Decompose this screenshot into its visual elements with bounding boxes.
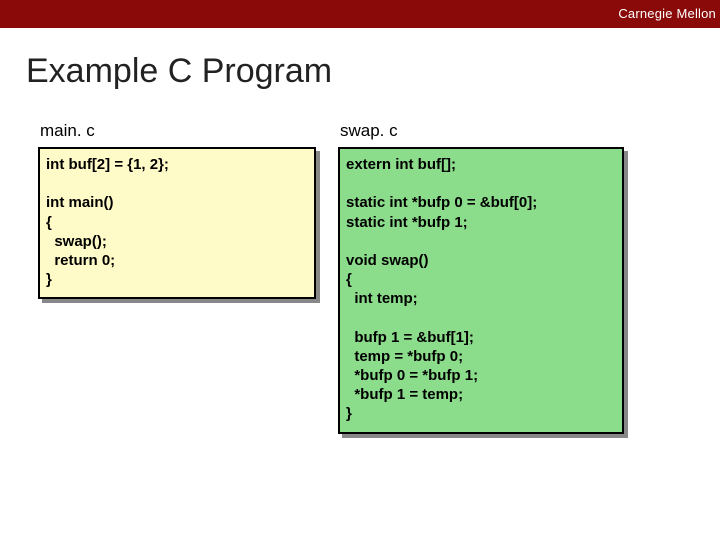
filename-main: main. c xyxy=(38,121,316,147)
column-main-c: main. c int buf[2] = {1, 2}; int main() … xyxy=(38,121,316,299)
brand-label: Carnegie Mellon xyxy=(618,6,716,21)
page-title: Example C Program xyxy=(0,28,720,91)
codebox-main: int buf[2] = {1, 2}; int main() { swap()… xyxy=(38,147,316,299)
code-columns: main. c int buf[2] = {1, 2}; int main() … xyxy=(0,91,720,434)
header-bar: Carnegie Mellon xyxy=(0,0,720,28)
column-swap-c: swap. c extern int buf[]; static int *bu… xyxy=(338,121,624,434)
codebox-swap: extern int buf[]; static int *bufp 0 = &… xyxy=(338,147,624,434)
filename-swap: swap. c xyxy=(338,121,624,147)
